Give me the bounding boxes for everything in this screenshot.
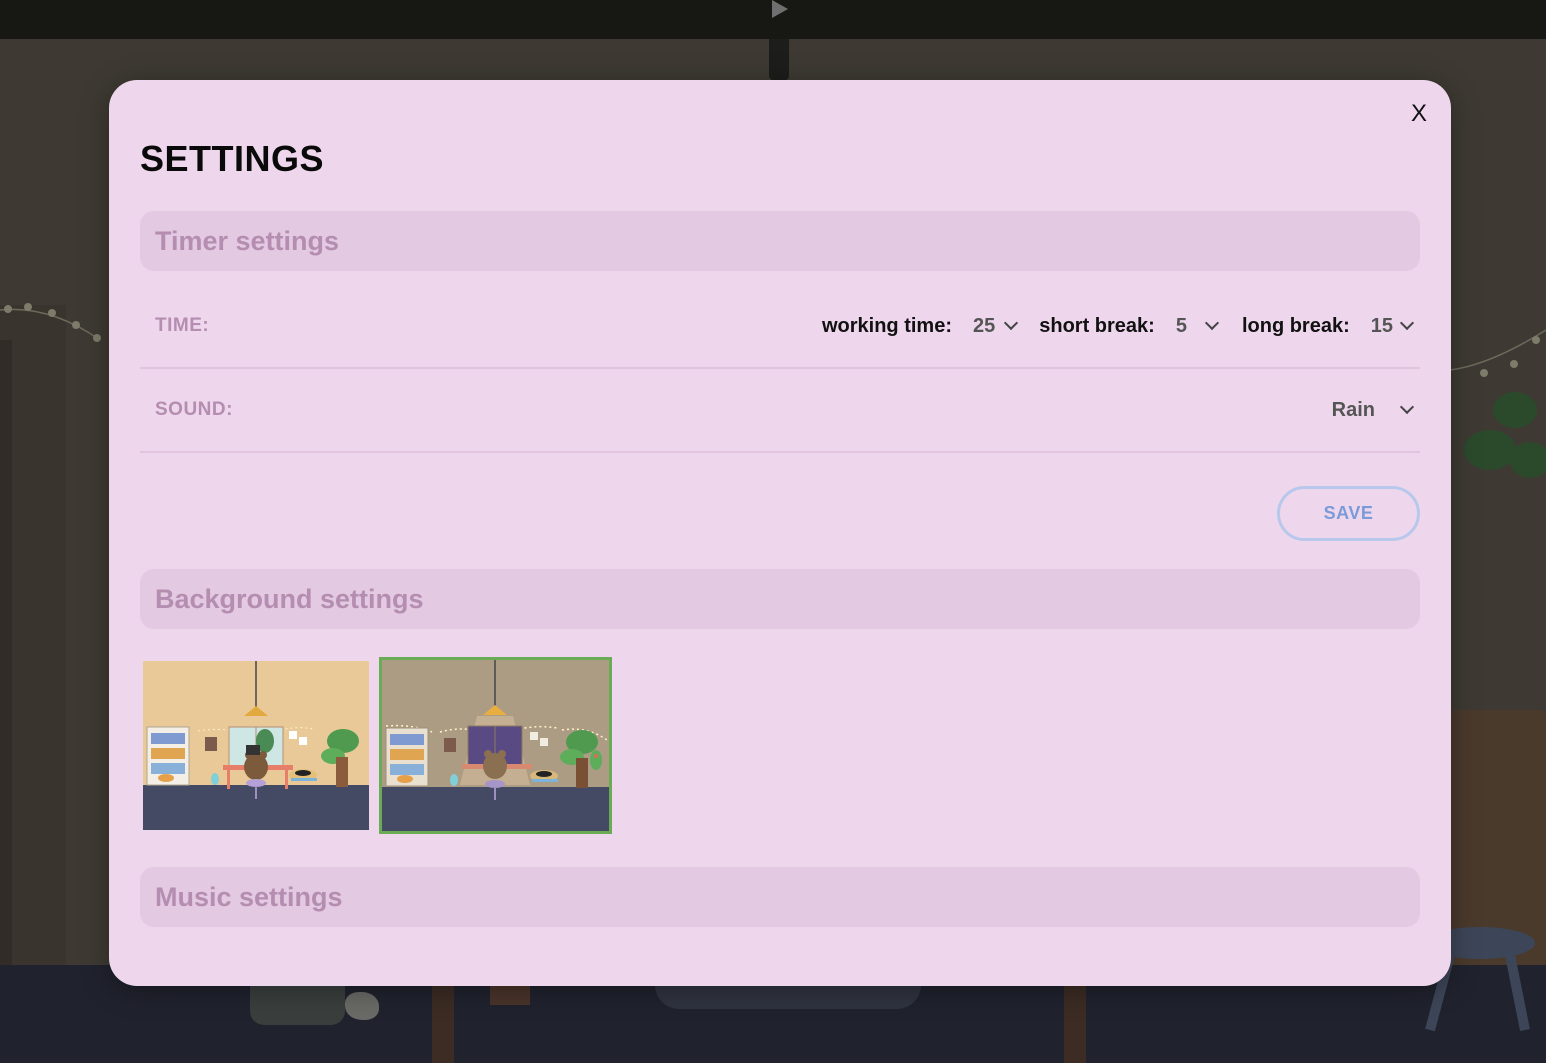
music-settings-header[interactable]: Music settings (140, 867, 1420, 927)
background-settings-title: Background settings (155, 583, 424, 614)
chevron-down-icon (1204, 315, 1220, 331)
play-icon[interactable] (772, 0, 788, 18)
sound-value: Rain (1331, 398, 1375, 421)
scene-desk-leg-right (1064, 985, 1086, 1063)
working-time-value: 25 (972, 314, 996, 337)
time-controls: working time: 25 short break: 5 long bre… (822, 315, 1420, 338)
scene-desk-leg-left (432, 985, 454, 1063)
timer-settings-title: Timer settings (155, 225, 340, 256)
page-title: SETTINGS (140, 138, 325, 179)
short-break-select[interactable]: 5 (1175, 314, 1220, 338)
day-room-image (143, 661, 369, 830)
background-option-day[interactable] (143, 661, 369, 830)
working-time-label: working time: (821, 314, 952, 337)
scene-round-table (655, 985, 921, 1009)
scene-trash-bin (250, 985, 345, 1025)
chevron-down-icon (1399, 399, 1415, 415)
scene-paper-ball (345, 992, 379, 1020)
chevron-down-icon (1004, 315, 1019, 331)
night-room-image (382, 660, 609, 831)
working-time-select[interactable]: 25 (972, 314, 1019, 338)
short-break-label: short break: (1039, 314, 1155, 337)
time-label: TIME: (155, 315, 210, 336)
long-break-label: long break: (1241, 314, 1350, 337)
long-break-select[interactable]: 15 (1371, 315, 1420, 338)
chevron-down-icon (1399, 315, 1415, 331)
timer-settings-header[interactable]: Timer settings (140, 211, 1420, 271)
time-row: TIME: working time: 25 short break: 5 lo… (140, 285, 1420, 369)
scene-bookshelf-side (0, 340, 12, 980)
save-button[interactable]: SAVE (1277, 486, 1420, 541)
background-settings-header[interactable]: Background settings (140, 569, 1420, 629)
sound-row: SOUND: Rain (140, 369, 1420, 453)
short-break-value: 5 (1175, 314, 1187, 337)
lamp-cord (769, 39, 789, 81)
settings-modal: X SETTINGS Timer settings TIME: working … (109, 80, 1451, 986)
music-settings-title: Music settings (155, 881, 343, 912)
sound-label: SOUND: (155, 399, 233, 420)
sound-controls: Rain (1332, 399, 1420, 422)
sound-select[interactable]: Rain (1332, 399, 1420, 422)
long-break-value: 15 (1370, 314, 1393, 337)
close-button[interactable]: X (1411, 102, 1427, 126)
background-option-night[interactable] (379, 657, 612, 834)
fairy-lights-right (1450, 329, 1546, 377)
scene-desk-base (490, 985, 530, 1005)
scene-plant (1464, 392, 1546, 478)
